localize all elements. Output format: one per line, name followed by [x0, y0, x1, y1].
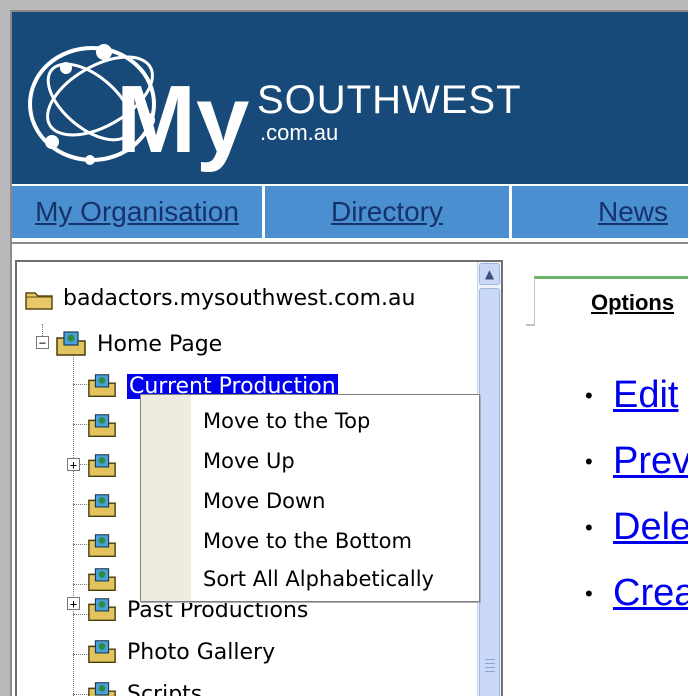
page-folder-icon	[88, 598, 116, 622]
page-folder-icon	[88, 414, 116, 438]
option-item: • Dele	[585, 506, 688, 549]
collapse-toggle-icon[interactable]: −	[36, 336, 49, 349]
tree-connector	[73, 348, 74, 696]
bullet-icon: •	[585, 580, 593, 606]
tree-node-photo-gallery[interactable]: Photo Gallery	[87, 638, 275, 666]
grip-line	[485, 659, 495, 660]
tree-scrollbar[interactable]: ▲	[477, 262, 501, 696]
context-menu-gutter	[141, 395, 191, 601]
bullet-icon: •	[585, 382, 593, 408]
tree-label-home-page: Home Page	[97, 331, 223, 357]
page-folder-icon	[88, 640, 116, 664]
menu-item-move-up[interactable]: Move Up	[203, 449, 295, 473]
grip-line	[485, 671, 495, 672]
scroll-up-icon[interactable]: ▲	[479, 263, 500, 285]
nav-my-organisation[interactable]: My Organisation	[12, 186, 262, 238]
menu-item-move-to-bottom[interactable]: Move to the Bottom	[203, 529, 412, 553]
nav-news[interactable]: News	[512, 186, 688, 238]
menu-item-move-down[interactable]: Move Down	[203, 489, 326, 513]
option-edit-link[interactable]: Edit	[613, 374, 678, 417]
option-item: • Crea	[585, 572, 688, 615]
tree-node-hidden-3[interactable]	[87, 492, 127, 520]
browser-frame: My SOUTHWEST .com.au My Organisation Dir…	[10, 10, 688, 696]
option-preview-link[interactable]: Prev	[613, 440, 688, 483]
tree-node-hidden-4[interactable]	[87, 532, 127, 560]
option-create-link[interactable]: Crea	[613, 572, 688, 615]
option-item: • Prev	[585, 440, 688, 483]
context-menu: Move to the Top Move Up Move Down Move t…	[140, 394, 480, 602]
expand-toggle-icon[interactable]: +	[67, 458, 80, 471]
tree-root-node[interactable]: badactors.mysouthwest.com.au	[25, 286, 415, 311]
menu-item-move-to-top[interactable]: Move to the Top	[203, 409, 370, 433]
page-folder-icon	[88, 374, 116, 398]
tree-node-hidden-2[interactable]	[87, 452, 127, 480]
bullet-icon: •	[585, 514, 593, 540]
tree-node-home-page[interactable]: Home Page	[55, 330, 222, 358]
expand-toggle-icon[interactable]: +	[67, 597, 80, 610]
grip-line	[485, 663, 495, 664]
page-folder-icon	[88, 454, 116, 478]
tree-label-scripts: Scripts	[127, 681, 203, 696]
bullet-icon: •	[585, 448, 593, 474]
page-folder-icon	[88, 568, 116, 592]
main-nav: My Organisation Directory News	[12, 184, 688, 244]
svg-text:My: My	[116, 66, 249, 173]
tree-node-hidden-1[interactable]	[87, 412, 127, 440]
folder-icon	[25, 291, 53, 310]
tree-node-scripts[interactable]: Scripts	[87, 680, 202, 696]
tree-root-label: badactors.mysouthwest.com.au	[63, 286, 416, 311]
page-folder-icon	[88, 682, 116, 696]
nav-directory[interactable]: Directory	[265, 186, 509, 238]
grip-line	[485, 667, 495, 668]
page-folder-icon	[88, 494, 116, 518]
tree-label-photo-gallery: Photo Gallery	[127, 639, 276, 665]
brand-domain: .com.au	[260, 120, 339, 145]
tab-options[interactable]: Options	[534, 276, 688, 326]
mysouthwest-logo-icon: My	[28, 44, 249, 173]
page-folder-icon	[88, 534, 116, 558]
site-header: My SOUTHWEST .com.au	[12, 12, 688, 184]
scroll-thumb[interactable]	[479, 288, 500, 696]
menu-item-sort-alphabetically[interactable]: Sort All Alphabetically	[203, 567, 434, 591]
tree-node-hidden-5[interactable]	[87, 566, 127, 594]
option-item: • Edit	[585, 374, 678, 417]
brand-name: SOUTHWEST	[257, 78, 522, 122]
nav-underline	[12, 242, 688, 244]
page-folder-icon	[56, 331, 86, 356]
option-delete-link[interactable]: Dele	[613, 506, 688, 549]
